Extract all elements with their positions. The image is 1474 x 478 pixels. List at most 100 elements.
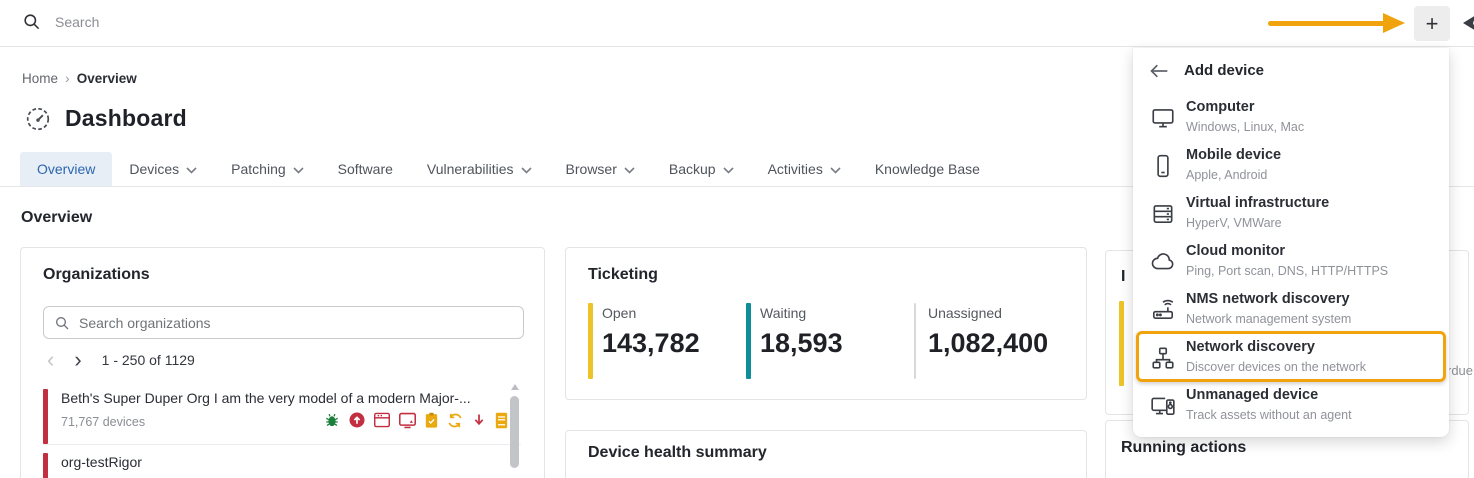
tasks-icon[interactable] — [424, 412, 439, 429]
org-row-beths-super-duper[interactable]: Beth's Super Duper Org I am the very mod… — [43, 389, 521, 444]
docs-icon[interactable] — [494, 412, 509, 429]
org-severity-bar — [43, 389, 48, 444]
tab-vulnerabilities[interactable]: Vulnerabilities — [410, 152, 549, 186]
menu-item-label: Cloud monitor — [1186, 243, 1285, 259]
menu-item-sublabel: Network management system — [1186, 312, 1351, 326]
menu-item-sublabel: Ping, Port scan, DNS, HTTP/HTTPS — [1186, 264, 1388, 278]
breadcrumb-separator-icon: › — [65, 70, 70, 86]
stat-bar — [914, 303, 916, 379]
stat-bar — [746, 303, 751, 379]
menu-item-label: Virtual infrastructure — [1186, 195, 1329, 211]
chevron-down-icon — [624, 167, 635, 174]
ticketing-card: Ticketing Open 143,782 Waiting 18,593 Un… — [565, 247, 1087, 400]
organizations-card: Organizations ‹ › 1 - 250 of 1129 Beth's… — [20, 247, 545, 478]
bug-icon[interactable] — [323, 412, 341, 429]
search-icon — [54, 315, 70, 331]
device-health-title: Device health summary — [588, 444, 767, 462]
annotation-arrow — [1268, 21, 1386, 26]
tab-browser[interactable]: Browser — [549, 152, 652, 186]
tab-label: Overview — [37, 161, 95, 177]
download-icon[interactable] — [471, 412, 487, 429]
menu-item-sublabel: Windows, Linux, Mac — [1186, 120, 1304, 134]
breadcrumb: Home › Overview — [22, 70, 137, 86]
org-row-testrigor[interactable]: org-testRigor — [43, 453, 521, 478]
tab-overview[interactable]: Overview — [20, 152, 112, 186]
tab-backup[interactable]: Backup — [652, 152, 751, 186]
tab-label: Browser — [566, 161, 617, 177]
device-alert-icon[interactable] — [398, 412, 417, 429]
tab-knowledge-base[interactable]: Knowledge Base — [858, 152, 997, 186]
annotation-arrow-head — [1383, 13, 1405, 33]
menu-item-label: Mobile device — [1186, 147, 1281, 163]
stat-value: 1,082,400 — [928, 328, 1048, 359]
network-nodes-icon — [1150, 345, 1176, 371]
chevron-down-icon — [186, 167, 197, 174]
critical-up-icon[interactable] — [348, 411, 366, 429]
tab-label: Knowledge Base — [875, 161, 980, 177]
unmanaged-device-icon — [1150, 393, 1176, 419]
tab-devices[interactable]: Devices — [112, 152, 214, 186]
org-severity-bar — [43, 453, 48, 478]
top-bar: + — [0, 0, 1474, 47]
org-name: org-testRigor — [61, 454, 486, 470]
menu-item-sublabel: Apple, Android — [1186, 168, 1267, 182]
menu-item-mobile-device[interactable]: Mobile device Apple, Android — [1137, 144, 1445, 190]
pagination-next-icon[interactable]: › — [74, 351, 81, 369]
menu-item-sublabel: HyperV, VMWare — [1186, 216, 1282, 230]
device-health-card: Device health summary — [565, 430, 1087, 478]
chevron-down-icon — [723, 167, 734, 174]
tab-patching[interactable]: Patching — [214, 152, 320, 186]
global-search-input[interactable] — [55, 14, 355, 30]
menu-item-network-discovery[interactable]: Network discovery Discover devices on th… — [1137, 336, 1445, 382]
organizations-search-input[interactable] — [79, 315, 513, 331]
org-device-count: 71,767 devices — [61, 415, 145, 429]
back-arrow-icon[interactable] — [1149, 63, 1169, 79]
stat-label: Unassigned — [928, 305, 1002, 321]
breadcrumb-home[interactable]: Home — [22, 71, 58, 86]
stat-value: 18,593 — [760, 328, 843, 359]
org-name: Beth's Super Duper Org I am the very mod… — [61, 390, 486, 406]
menu-item-label: Computer — [1186, 99, 1254, 115]
menu-item-label: NMS network discovery — [1186, 291, 1350, 307]
ticketing-title: Ticketing — [588, 266, 658, 284]
breadcrumb-current: Overview — [77, 71, 137, 86]
stat-label: Open — [602, 305, 636, 321]
page-title: Dashboard — [65, 105, 187, 132]
menu-item-label: Network discovery — [1186, 339, 1315, 355]
scrollbar-thumb[interactable] — [510, 396, 519, 468]
patch-window-icon[interactable] — [373, 412, 391, 428]
menu-title: Add device — [1184, 62, 1264, 79]
tab-label: Patching — [231, 161, 285, 177]
menu-item-cloud-monitor[interactable]: Cloud monitor Ping, Port scan, DNS, HTTP… — [1137, 240, 1445, 286]
stat-label: Waiting — [760, 305, 806, 321]
organizations-pagination: ‹ › 1 - 250 of 1129 — [47, 351, 195, 369]
quick-actions-icon[interactable] — [1462, 13, 1474, 33]
org-status-icons — [323, 411, 509, 429]
menu-item-nms-network-discovery[interactable]: NMS network discovery Network management… — [1137, 288, 1445, 334]
nms-router-icon — [1150, 297, 1176, 323]
add-device-menu: Add device Computer Windows, Linux, Mac … — [1133, 48, 1449, 437]
tab-software[interactable]: Software — [321, 152, 410, 186]
menu-item-computer[interactable]: Computer Windows, Linux, Mac — [1137, 96, 1445, 142]
organizations-title: Organizations — [43, 266, 150, 284]
computer-icon — [1150, 105, 1176, 131]
stat-bar — [588, 303, 593, 379]
section-title: Overview — [21, 209, 92, 227]
sync-icon[interactable] — [446, 412, 464, 429]
menu-item-sublabel: Track assets without an agent — [1186, 408, 1352, 422]
add-button[interactable]: + — [1414, 6, 1450, 41]
menu-item-label: Unmanaged device — [1186, 387, 1318, 403]
dashboard-screen: + Home › Overview Dashboard Overview — [0, 0, 1474, 478]
tab-activities[interactable]: Activities — [751, 152, 858, 186]
mobile-device-icon — [1150, 153, 1176, 179]
menu-item-unmanaged-device[interactable]: Unmanaged device Track assets without an… — [1137, 384, 1445, 430]
tab-label: Software — [338, 161, 393, 177]
menu-item-sublabel: Discover devices on the network — [1186, 360, 1366, 374]
virtual-infrastructure-icon — [1150, 201, 1176, 227]
tab-label: Activities — [768, 161, 823, 177]
chevron-down-icon — [521, 167, 532, 174]
menu-item-virtual-infrastructure[interactable]: Virtual infrastructure HyperV, VMWare — [1137, 192, 1445, 238]
pagination-prev-icon[interactable]: ‹ — [47, 351, 54, 369]
scroll-up-icon[interactable] — [511, 384, 519, 390]
stat-value: 143,782 — [602, 328, 700, 359]
